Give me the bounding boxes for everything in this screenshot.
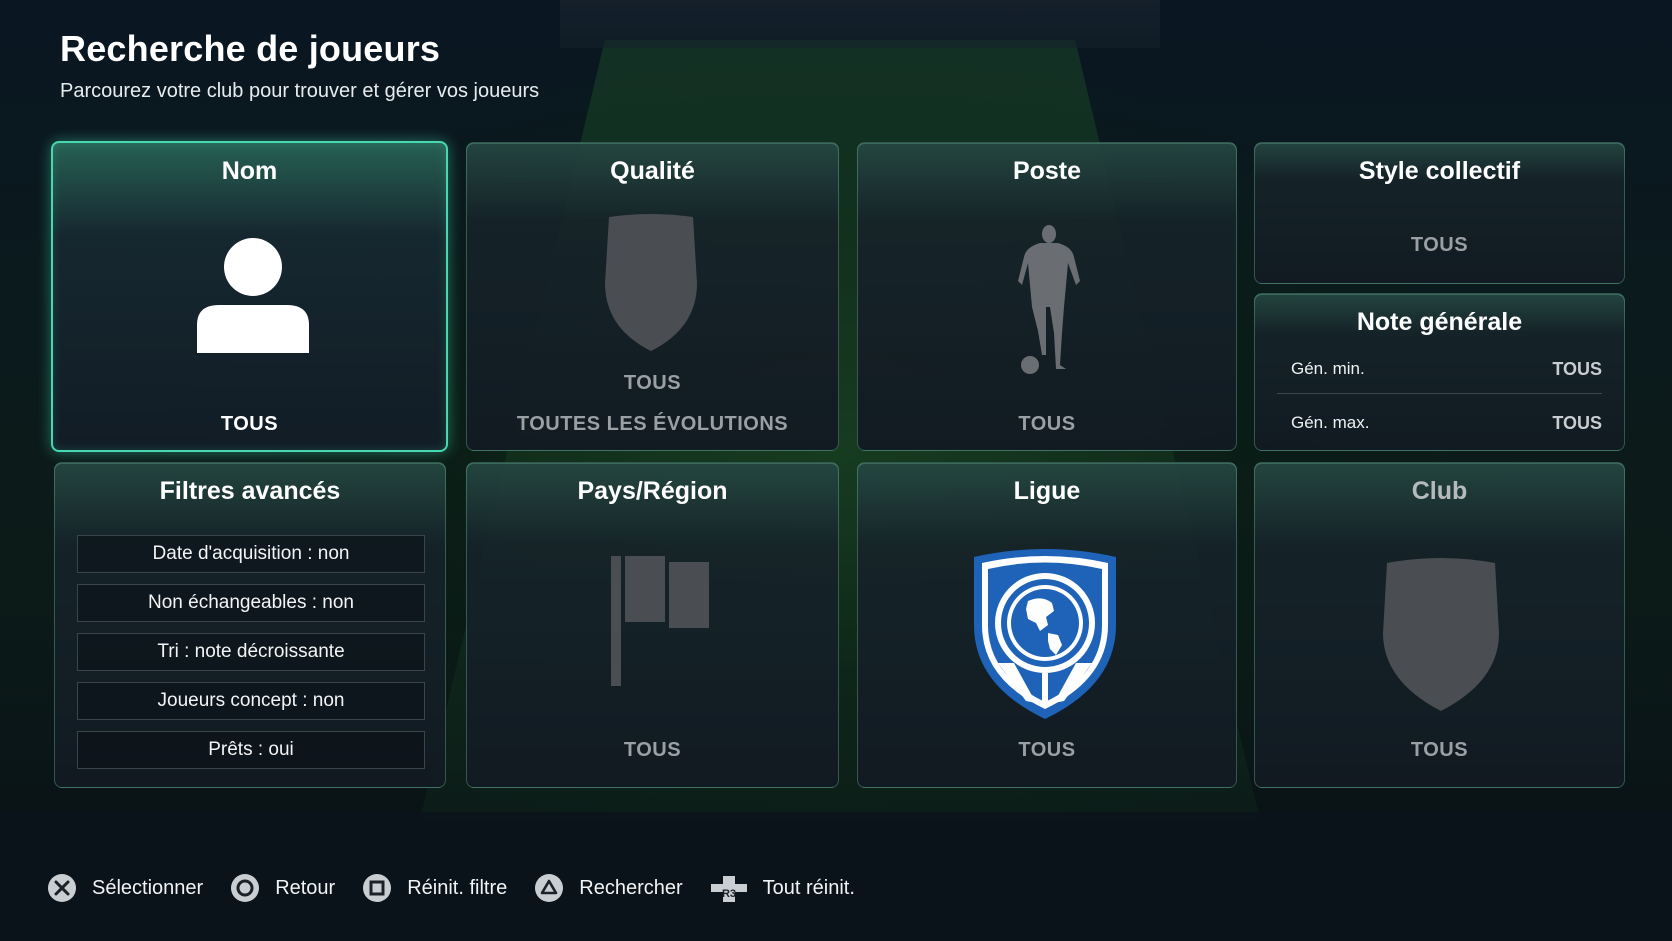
tile-club-value: TOUS: [1410, 739, 1469, 761]
tile-nom[interactable]: Nom TOUS: [51, 141, 448, 452]
tile-style-collectif[interactable]: Style collectif TOUS: [1254, 142, 1625, 284]
square-button-icon: [363, 874, 392, 902]
cross-button-icon: [48, 874, 76, 902]
filter-tri[interactable]: Tri : note décroissante: [77, 633, 425, 671]
tile-style-value: TOUS: [1410, 234, 1469, 256]
control-search-label: Rechercher: [579, 876, 683, 899]
filter-joueurs-concept[interactable]: Joueurs concept : non: [77, 682, 425, 720]
tile-poste[interactable]: Poste TOUS: [857, 142, 1237, 451]
filter-prets[interactable]: Prêts : oui: [77, 731, 425, 769]
svg-text:R3: R3: [722, 888, 736, 900]
note-min-label: Gén. min.: [1291, 359, 1365, 378]
page-title: Recherche de joueurs: [60, 28, 441, 69]
control-reset-filter-label: Réinit. filtre: [407, 876, 508, 899]
note-max-value[interactable]: TOUS: [1552, 413, 1602, 434]
note-max-label: Gén. max.: [1291, 413, 1370, 432]
player-silhouette-icon: [1018, 225, 1080, 374]
filter-non-echangeables[interactable]: Non échangeables : non: [77, 584, 425, 622]
shield-icon: [1383, 558, 1499, 711]
tile-club-title: Club: [1411, 477, 1468, 505]
tile-nom-title: Nom: [221, 157, 278, 185]
tile-note-title: Note générale: [1356, 308, 1523, 336]
tile-nom-value: TOUS: [220, 413, 279, 435]
tile-qualite-value: TOUS: [623, 372, 682, 394]
tile-club[interactable]: Club TOUS: [1254, 462, 1625, 788]
tile-pays-value: TOUS: [623, 739, 682, 761]
tile-style-title: Style collectif: [1358, 157, 1521, 185]
control-reset-filter[interactable]: Réinit. filtre: [361, 872, 507, 904]
tile-qualite-title: Qualité: [610, 157, 695, 185]
tile-poste-title: Poste: [1012, 157, 1082, 185]
tile-ligue[interactable]: Ligue TOUS: [857, 462, 1237, 788]
note-min-value[interactable]: TOUS: [1552, 359, 1602, 380]
tile-qualite[interactable]: Qualité TOUS TOUTES LES ÉVOLUTIONS: [466, 142, 839, 451]
controls-bar: Sélectionner Retour Réinit. filtre Reche…: [46, 870, 881, 906]
tile-ligue-title: Ligue: [1013, 477, 1081, 505]
note-divider: [1277, 393, 1602, 394]
tile-qualite-secondary: TOUTES LES ÉVOLUTIONS: [516, 413, 789, 435]
tile-pays-title: Pays/Région: [577, 477, 728, 505]
control-back-label: Retour: [275, 876, 336, 899]
circle-button-icon: [231, 874, 260, 902]
page-subtitle: Parcourez votre club pour trouver et gér…: [60, 80, 540, 102]
r3-button-icon: R3: [710, 876, 747, 902]
stadium-stand-background: [560, 0, 1160, 48]
control-search[interactable]: Rechercher: [533, 872, 683, 904]
shield-icon: [605, 214, 697, 351]
control-select[interactable]: Sélectionner: [46, 872, 203, 904]
control-select-label: Sélectionner: [92, 876, 204, 899]
filter-date-acquisition[interactable]: Date d'acquisition : non: [77, 535, 425, 573]
tile-filtres-title: Filtres avancés: [159, 477, 341, 505]
tile-poste-value: TOUS: [1018, 413, 1076, 435]
triangle-button-icon: [535, 874, 564, 902]
tile-pays-region[interactable]: Pays/Région TOUS: [466, 462, 839, 788]
globe-crest-icon: [974, 549, 1116, 719]
control-reset-all[interactable]: R3 Tout réinit.: [709, 872, 855, 904]
tile-filtres-avances[interactable]: Filtres avancés Date d'acquisition : non…: [54, 462, 446, 788]
tile-note-generale[interactable]: Note générale Gén. min. TOUS Gén. max. T…: [1254, 293, 1625, 451]
tile-ligue-value: TOUS: [1018, 739, 1076, 761]
person-icon: [197, 238, 309, 353]
control-back[interactable]: Retour: [229, 872, 335, 904]
flag-icon: [611, 556, 709, 686]
control-reset-all-label: Tout réinit.: [762, 876, 855, 899]
